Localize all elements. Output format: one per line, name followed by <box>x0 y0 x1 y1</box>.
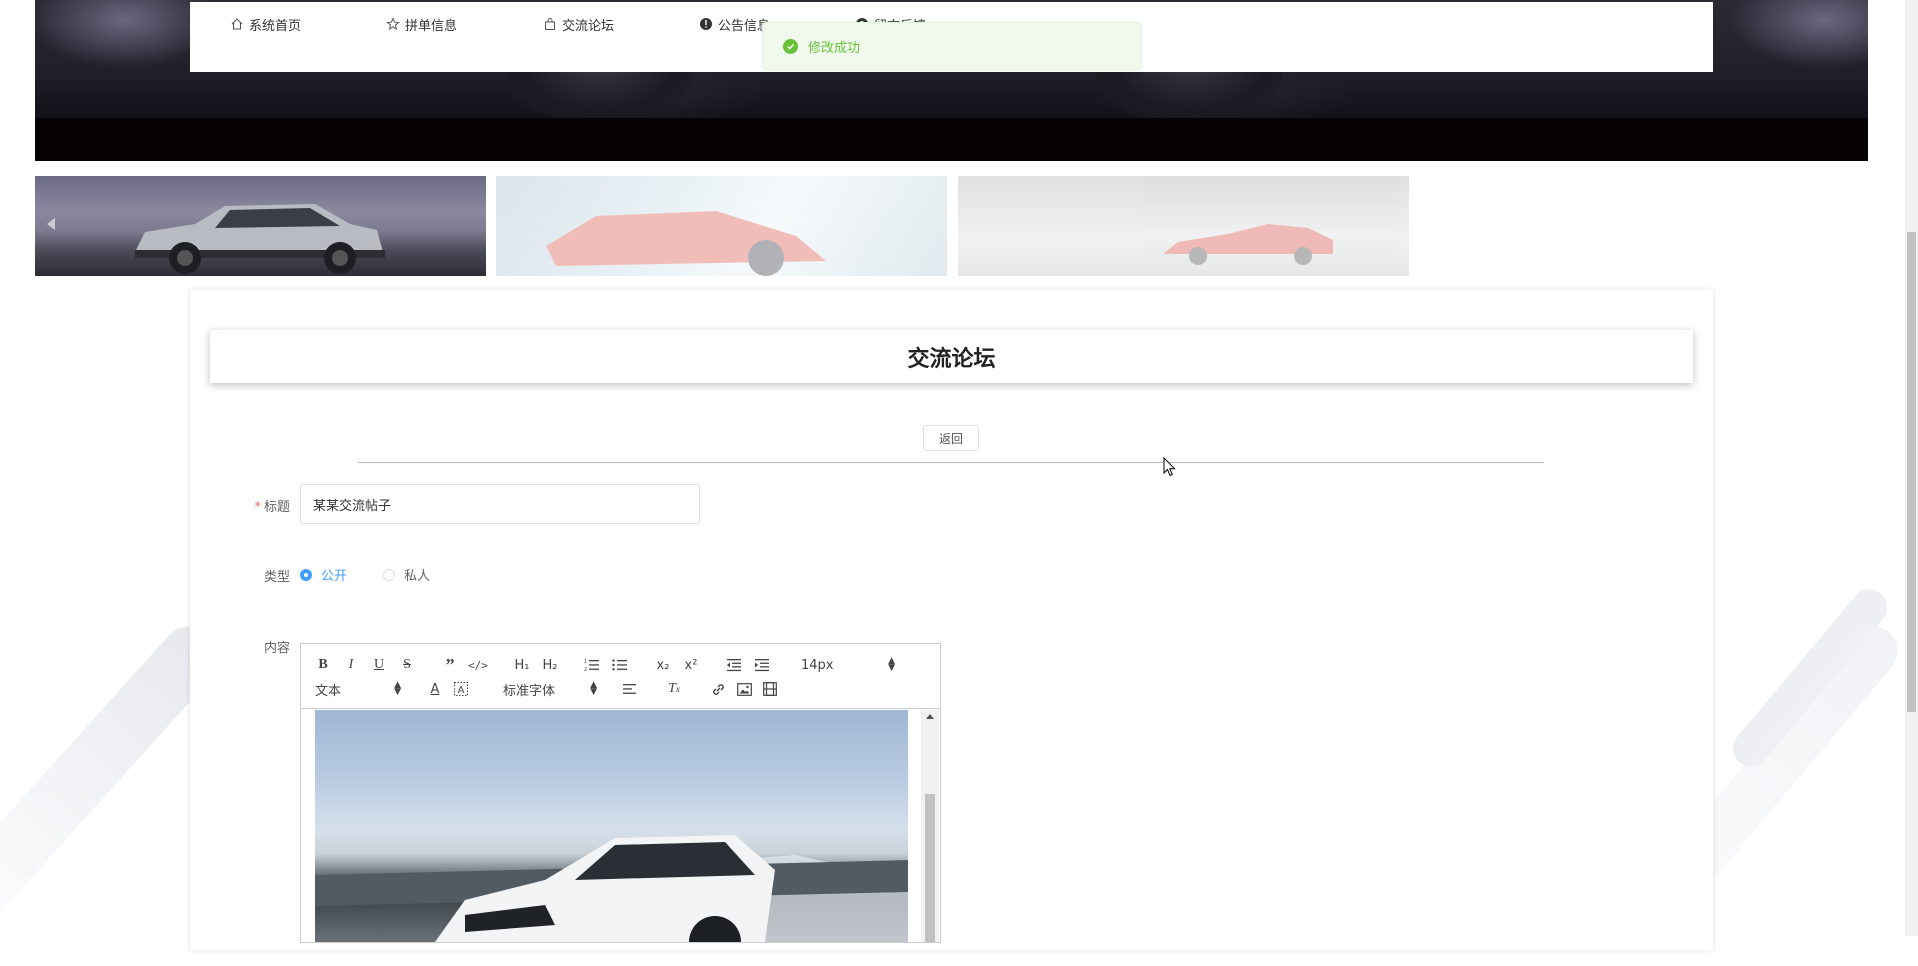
video-icon[interactable] <box>761 680 779 698</box>
type-label: 类型 <box>263 570 290 585</box>
radio-label: 私人 <box>404 569 431 584</box>
hero-banner-band <box>35 118 1868 161</box>
h1-icon[interactable]: H₁ <box>511 656 533 674</box>
success-toast: 修改成功 <box>762 22 1142 70</box>
carousel-thumbnail-ferrari[interactable] <box>958 176 1409 276</box>
radio-circle <box>300 568 312 581</box>
nav-item-announcements[interactable]: 公告信息 <box>699 14 770 34</box>
link-icon[interactable] <box>709 680 727 698</box>
underline-icon[interactable]: U <box>371 656 387 674</box>
page-title: 交流论坛 <box>210 330 1693 383</box>
select-arrows-icon: ▲ ▼ <box>590 680 597 697</box>
title-label: * 标题 <box>254 500 290 515</box>
select-arrows-icon: ▲ ▼ <box>888 656 895 673</box>
content-label: 内容 <box>263 641 290 656</box>
editor-scrollbar-thumb[interactable] <box>925 794 935 942</box>
scroll-up-icon[interactable] <box>926 714 934 719</box>
background-color-icon[interactable]: A <box>453 680 469 698</box>
superscript-icon[interactable]: x² <box>681 656 701 674</box>
code-icon[interactable]: </> <box>468 656 488 674</box>
font-color-icon[interactable]: A <box>427 680 443 698</box>
mouse-cursor-icon <box>1163 456 1177 481</box>
rich-text-editor: B I U S ” </> H₁ H₂ 12 x₂ x² 14px ▲ ▼ 文本 … <box>300 643 941 943</box>
nav-item-group-orders[interactable]: 拼单信息 <box>386 14 457 34</box>
editor-content-area[interactable] <box>315 710 908 942</box>
strike-icon[interactable]: S <box>399 656 415 674</box>
nav-item-home[interactable]: 系统首页 <box>230 14 301 34</box>
svg-text:1: 1 <box>584 659 587 665</box>
bold-icon[interactable]: B <box>315 656 331 674</box>
bag-icon <box>543 17 557 31</box>
type-radio-public[interactable]: 公开 <box>300 565 347 584</box>
ordered-list-icon[interactable]: 12 <box>583 656 601 674</box>
editor-toolbar: B I U S ” </> H₁ H₂ 12 x₂ x² 14px ▲ ▼ 文本 … <box>301 644 940 709</box>
carousel-prev-icon[interactable] <box>47 218 55 230</box>
check-circle-icon <box>783 38 798 54</box>
svg-text:A: A <box>458 685 465 696</box>
radio-label: 公开 <box>321 569 348 584</box>
carousel-thumbnail-suv[interactable] <box>35 176 486 276</box>
italic-icon[interactable]: I <box>343 656 359 674</box>
select-arrows-icon: ▲ ▼ <box>394 680 401 697</box>
toast-message: 修改成功 <box>808 40 861 56</box>
indent-icon[interactable] <box>753 656 771 674</box>
subscript-icon[interactable]: x₂ <box>653 656 673 674</box>
align-icon[interactable] <box>621 680 639 698</box>
editor-inserted-image <box>315 835 908 942</box>
bullet-list-icon[interactable] <box>611 656 629 674</box>
page-scrollbar-thumb[interactable] <box>1907 232 1916 712</box>
blockquote-icon[interactable]: ” <box>441 655 459 675</box>
outdent-icon[interactable] <box>725 656 743 674</box>
home-icon <box>230 17 244 31</box>
nav-item-forum[interactable]: 交流论坛 <box>543 14 614 34</box>
info-icon <box>699 17 713 31</box>
header-select[interactable]: 文本 ▲ ▼ <box>315 680 401 699</box>
star-icon <box>386 17 400 31</box>
title-input[interactable] <box>300 484 700 524</box>
image-icon[interactable] <box>735 680 753 698</box>
h2-icon[interactable]: H₂ <box>539 656 561 674</box>
size-select[interactable]: 14px ▲ ▼ <box>801 656 895 674</box>
carousel-thumbnail-sports-car[interactable] <box>496 176 947 276</box>
clear-format-icon[interactable]: Tx <box>665 680 683 698</box>
type-radio-private[interactable]: 私人 <box>383 565 430 584</box>
back-button[interactable]: 返回 <box>923 425 979 451</box>
nav-label: 系统首页 <box>249 18 302 34</box>
divider <box>358 462 1544 463</box>
radio-circle <box>383 568 395 581</box>
nav-label: 交流论坛 <box>562 18 615 34</box>
font-select[interactable]: 标准字体 ▲ ▼ <box>503 680 597 699</box>
nav-label: 拼单信息 <box>405 18 458 34</box>
svg-text:2: 2 <box>584 667 587 672</box>
